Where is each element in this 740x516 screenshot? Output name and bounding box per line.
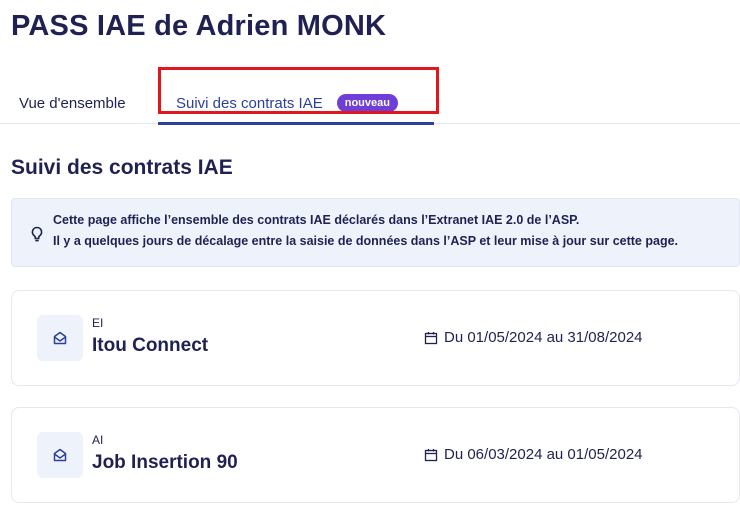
page-title: PASS IAE de Adrien MONK [11, 10, 387, 42]
building-icon [37, 315, 83, 361]
info-notice: Cette page affiche l’ensemble des contra… [11, 198, 740, 267]
contract-type: EI [92, 316, 104, 330]
tab-overview-label: Vue d'ensemble [19, 94, 126, 112]
contract-dates-text: Du 06/03/2024 au 01/05/2024 [444, 446, 643, 463]
info-text-line-2: Il y a quelques jours de décalage entre … [53, 234, 678, 248]
calendar-icon [424, 331, 438, 344]
building-icon [37, 432, 83, 478]
contract-type: AI [92, 433, 104, 447]
calendar-icon [424, 448, 438, 461]
info-text-line-1: Cette page affiche l’ensemble des contra… [53, 213, 580, 227]
section-title: Suivi des contrats IAE [11, 156, 233, 179]
contract-dates-text: Du 01/05/2024 au 31/08/2024 [444, 329, 643, 346]
active-tab-indicator [158, 122, 434, 125]
contract-dates: Du 01/05/2024 au 31/08/2024 [424, 329, 643, 346]
contract-employer-name: Job Insertion 90 [92, 452, 238, 473]
contract-card[interactable]: AI Job Insertion 90 Du 06/03/2024 au 01/… [11, 407, 740, 503]
lightbulb-icon [31, 226, 43, 242]
tab-overview[interactable]: Vue d'ensemble [19, 82, 126, 124]
contract-dates: Du 06/03/2024 au 01/05/2024 [424, 446, 643, 463]
contract-employer-name: Itou Connect [92, 335, 209, 356]
highlight-annotation [158, 67, 439, 114]
contract-card[interactable]: EI Itou Connect Du 01/05/2024 au 31/08/2… [11, 290, 740, 386]
